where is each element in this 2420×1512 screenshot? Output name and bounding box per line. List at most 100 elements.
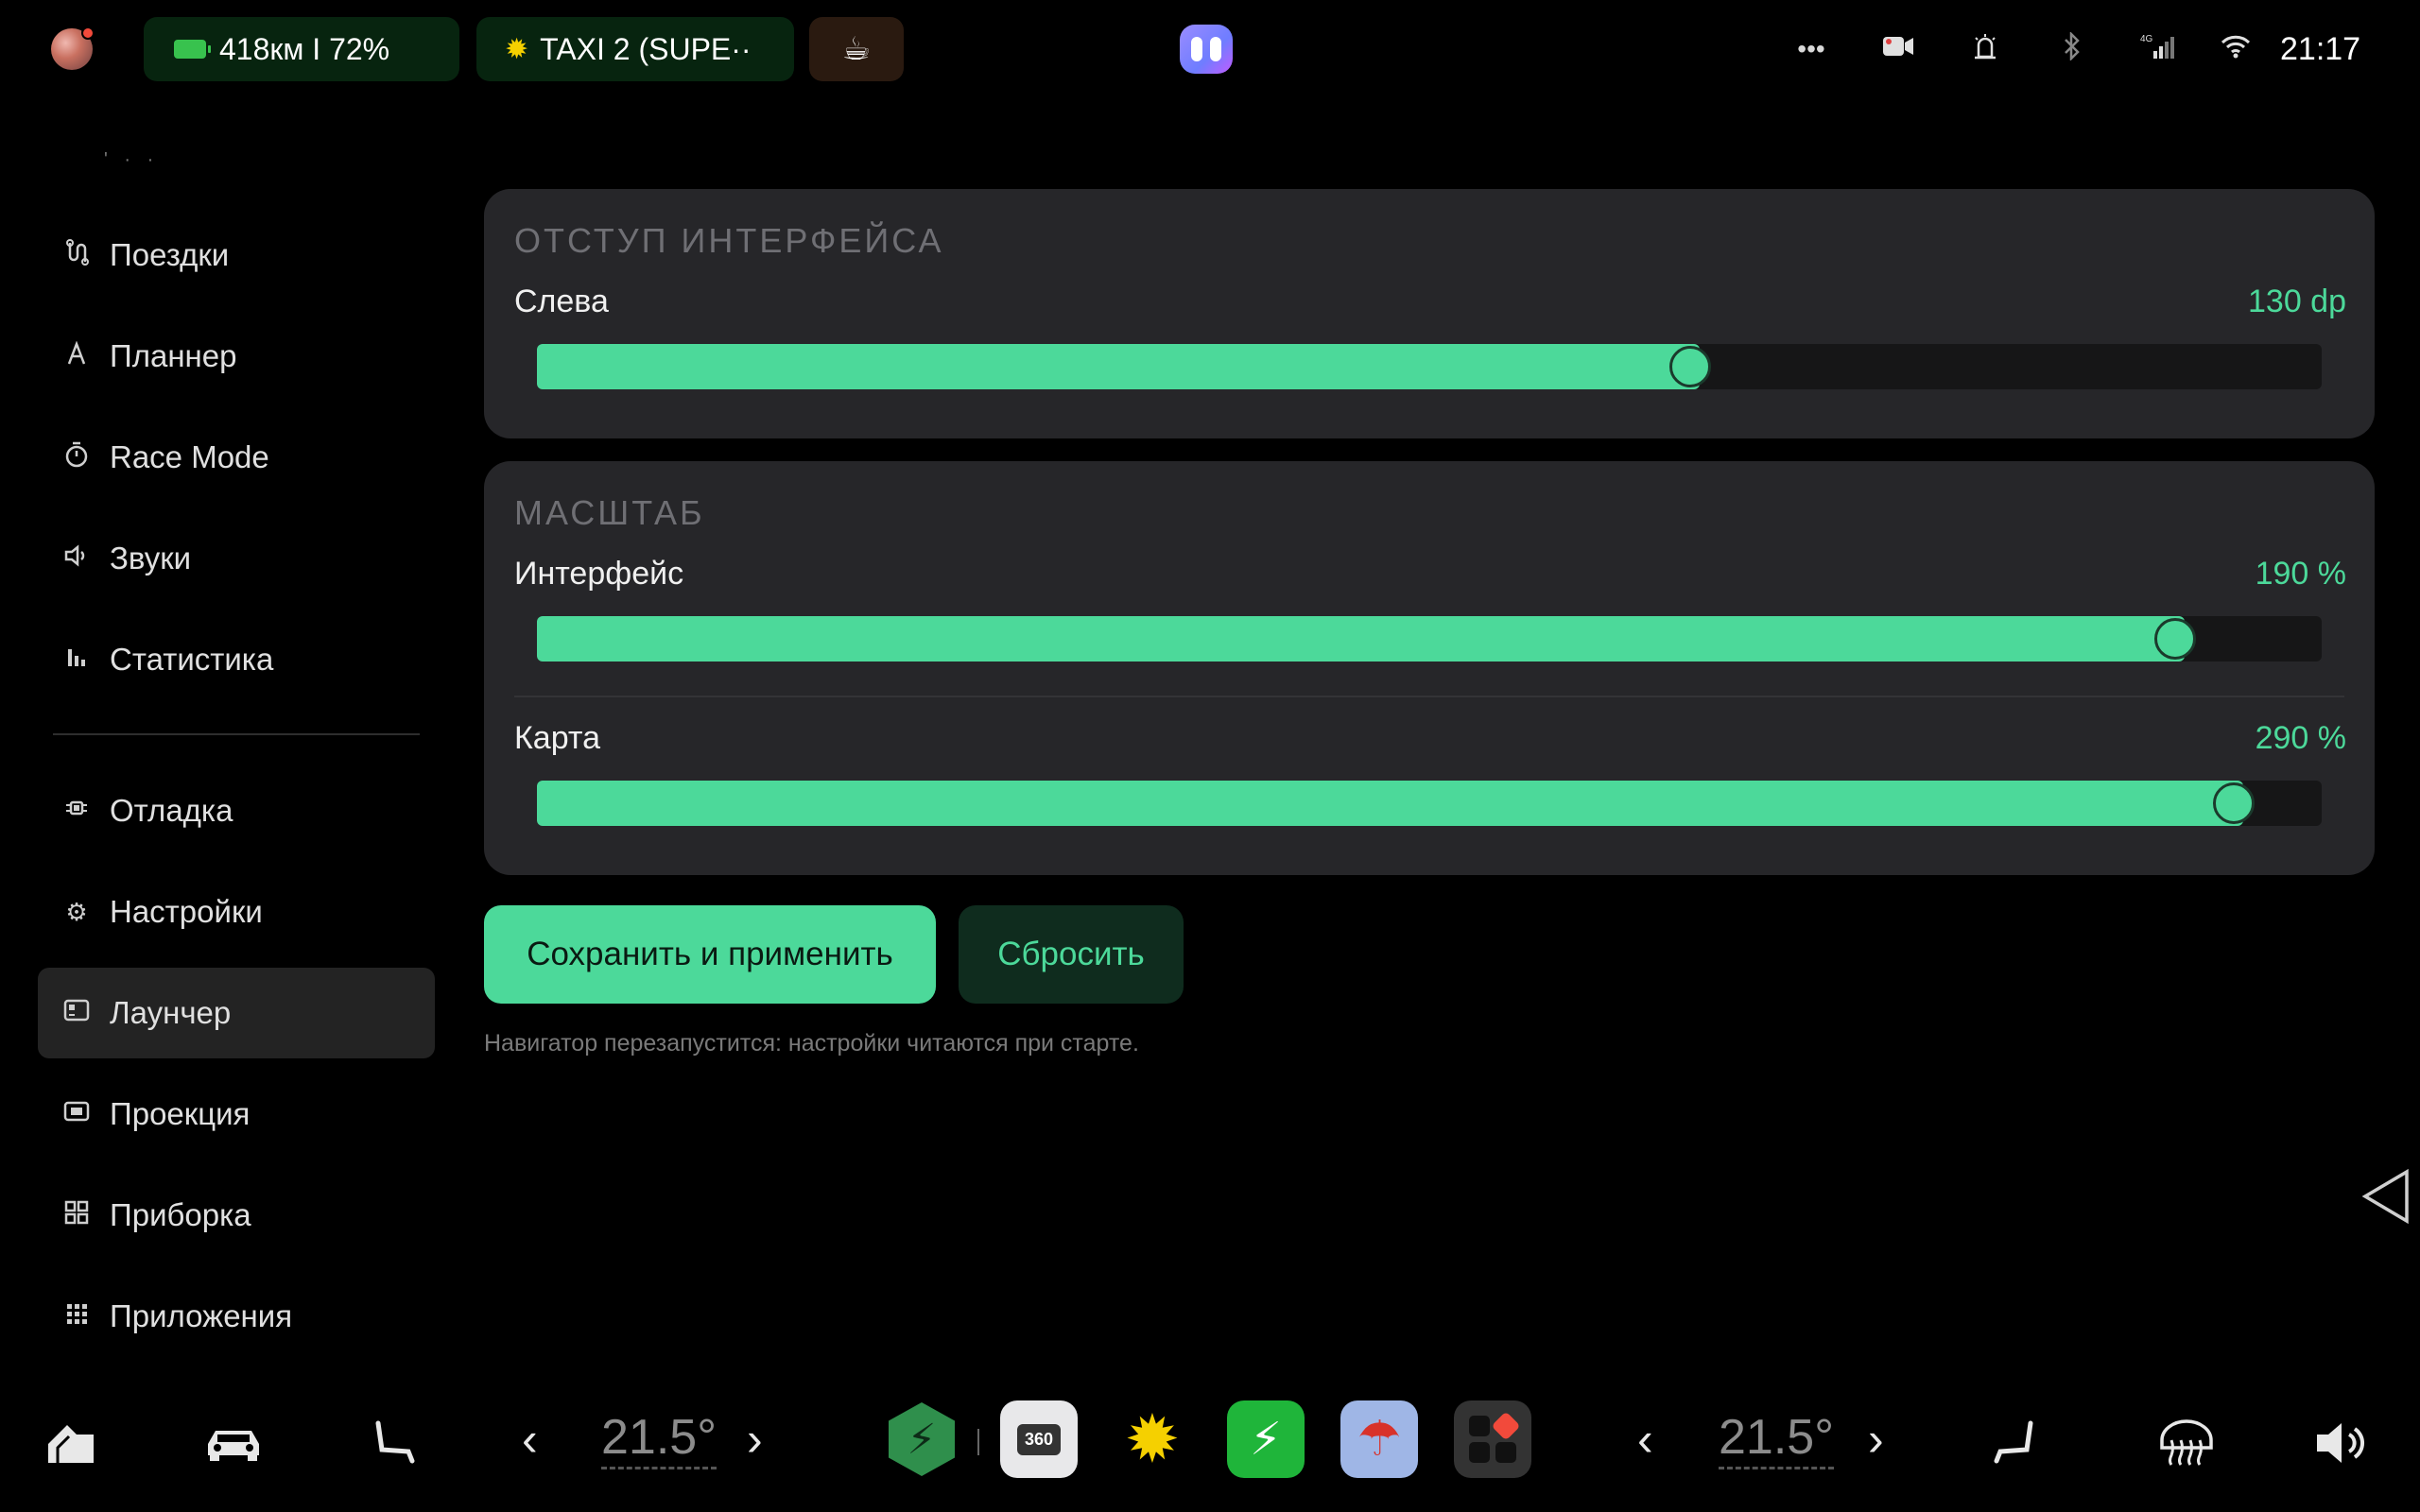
sidebar-divider [53, 733, 420, 735]
bottom-dock: ‹ 21.5° › ⚡ 360 ✹ ⚡ ☂ ‹ 21.5° › [0, 1380, 2420, 1512]
right-temp-value: 21.5° [1719, 1408, 1835, 1469]
slider-fill [537, 616, 2186, 662]
sidebar-item-label: Настройки [110, 894, 263, 929]
projection-icon [60, 1100, 93, 1129]
bar-chart-icon [60, 645, 93, 675]
volume-icon[interactable] [2297, 1400, 2382, 1486]
card-title: МАСШТАБ [514, 493, 705, 532]
left-temp-up-button[interactable]: › [747, 1412, 763, 1467]
bug-icon [60, 796, 93, 827]
car-icon[interactable] [191, 1400, 276, 1486]
battery-icon [174, 40, 211, 59]
inset-card: ОТСТУП ИНТЕРФЕЙСА Слева 130 dp [484, 189, 2375, 438]
sidebar-item-label: Приложения [110, 1298, 293, 1333]
alarm-icon[interactable] [1942, 32, 2029, 67]
apps-app-icon[interactable] [1454, 1400, 1531, 1478]
scale-card: МАСШТАБ Интерфейс 190 % Карта 290 % [484, 461, 2375, 875]
battery-text: 418км I 72% [219, 31, 390, 66]
interface-scale-slider[interactable] [537, 616, 2322, 662]
sidebar-item-projection[interactable]: Проекция [38, 1069, 435, 1160]
sidebar-item-label: Отладка [110, 793, 233, 828]
slider-thumb[interactable] [2154, 618, 2197, 660]
taxi-text: TAXI 2 (SUPE·· [540, 31, 752, 66]
right-temp-down-button[interactable]: ‹ [1637, 1412, 1653, 1467]
seat-right-icon[interactable] [1972, 1400, 2057, 1486]
slider-value: 130 dp [2248, 284, 2346, 319]
cup-pill[interactable]: ☕ [809, 17, 904, 81]
status-bar: 418км I 72% ✹ TAXI 2 (SUPE·· ☕ ••• 4G 21… [0, 0, 2420, 98]
slider-fill [537, 344, 1700, 389]
sidebar-item-label: Race Mode [110, 439, 269, 474]
charging-app-icon[interactable]: ⚡ [1227, 1400, 1305, 1478]
sun-app-icon[interactable]: ✹ [1114, 1400, 1191, 1478]
sidebar-item-label: Планнер [110, 338, 237, 373]
apps-grid-icon [60, 1302, 93, 1332]
sidebar-item-dashboard[interactable]: Приборка [38, 1170, 435, 1261]
stopwatch-icon [60, 441, 93, 474]
sidebar-item-apps[interactable]: Приложения [38, 1271, 435, 1362]
gear-icon: ⚙ [65, 897, 88, 926]
card-title: ОТСТУП ИНТЕРФЕЙСА [514, 221, 944, 260]
sidebar-partial-item: ' · · [104, 149, 160, 170]
card-divider [514, 696, 2344, 697]
slider-label: Интерфейс [514, 556, 684, 592]
sidebar-item-label: Проекция [110, 1096, 251, 1131]
sidebar-item-label: Лаунчер [110, 995, 232, 1030]
slider-label: Слева [514, 284, 609, 319]
wifi-icon [2203, 34, 2269, 65]
dashcam-icon[interactable] [1855, 34, 1942, 65]
sidebar-item-statistics[interactable]: Статистика [38, 614, 435, 705]
alice-icon[interactable] [1180, 25, 1233, 74]
route-icon [60, 238, 93, 272]
umbrella-app-icon[interactable]: ☂ [1340, 1400, 1418, 1478]
taxi-pill[interactable]: ✹ TAXI 2 (SUPE·· [476, 17, 794, 81]
slider-fill [537, 781, 2244, 826]
sidebar-item-trips[interactable]: Поездки [38, 210, 435, 301]
sidebar-item-launcher[interactable]: Лаунчер [38, 968, 435, 1058]
back-arrow-icon[interactable] [2361, 1168, 2411, 1234]
slider-thumb[interactable] [2213, 782, 2256, 824]
camera-360-app-icon[interactable]: 360 [1000, 1400, 1078, 1478]
avatar[interactable] [51, 26, 95, 70]
volt-app-icon[interactable]: ⚡ [883, 1400, 960, 1478]
left-temp-value: 21.5° [601, 1408, 717, 1469]
launcher-icon [60, 999, 93, 1028]
right-temp-up-button[interactable]: › [1868, 1412, 1884, 1467]
battery-pill[interactable]: 418км I 72% [144, 17, 459, 81]
left-temp-down-button[interactable]: ‹ [522, 1412, 538, 1467]
planner-icon [60, 339, 93, 372]
sidebar-item-settings[interactable]: ⚙ Настройки [38, 867, 435, 957]
slider-value: 190 % [2255, 556, 2346, 592]
svg-text:4G: 4G [2140, 34, 2153, 44]
slider-label: Карта [514, 720, 600, 756]
more-icon[interactable]: ••• [1768, 34, 1855, 64]
restart-hint: Навигатор перезапустится: настройки чита… [484, 1030, 1139, 1057]
sidebar-item-label: Звуки [110, 541, 192, 576]
seat-left-icon[interactable] [352, 1400, 437, 1486]
bluetooth-icon[interactable] [2029, 30, 2116, 67]
defrost-icon[interactable] [2144, 1400, 2229, 1486]
sidebar-item-label: Приборка [110, 1197, 251, 1232]
clock: 21:17 [2280, 30, 2361, 67]
sidebar-item-race-mode[interactable]: Race Mode [38, 412, 435, 503]
sidebar-item-label: Статистика [110, 642, 274, 677]
dock-separator [977, 1429, 979, 1455]
notification-dot [81, 26, 95, 40]
status-icons: ••• 4G 21:17 [1768, 0, 2420, 98]
cup-icon: ☕ [841, 31, 872, 67]
left-inset-slider[interactable] [537, 344, 2322, 389]
sidebar-item-debug[interactable]: Отладка [38, 765, 435, 856]
sidebar-item-planner[interactable]: Планнер [38, 311, 435, 402]
screen: 418км I 72% ✹ TAXI 2 (SUPE·· ☕ ••• 4G 21… [0, 0, 2420, 1512]
sidebar-item-label: Поездки [110, 237, 230, 272]
home-icon[interactable] [28, 1400, 113, 1486]
map-scale-slider[interactable] [537, 781, 2322, 826]
slider-thumb[interactable] [1668, 346, 1711, 387]
reset-button[interactable]: Сбросить [959, 905, 1184, 1004]
sidebar-item-sounds[interactable]: Звуки [38, 513, 435, 604]
save-apply-button[interactable]: Сохранить и применить [484, 905, 936, 1004]
speaker-icon [60, 543, 93, 575]
slider-value: 290 % [2255, 720, 2346, 756]
dashboard-icon [60, 1200, 93, 1231]
signal-icon: 4G [2116, 32, 2203, 67]
